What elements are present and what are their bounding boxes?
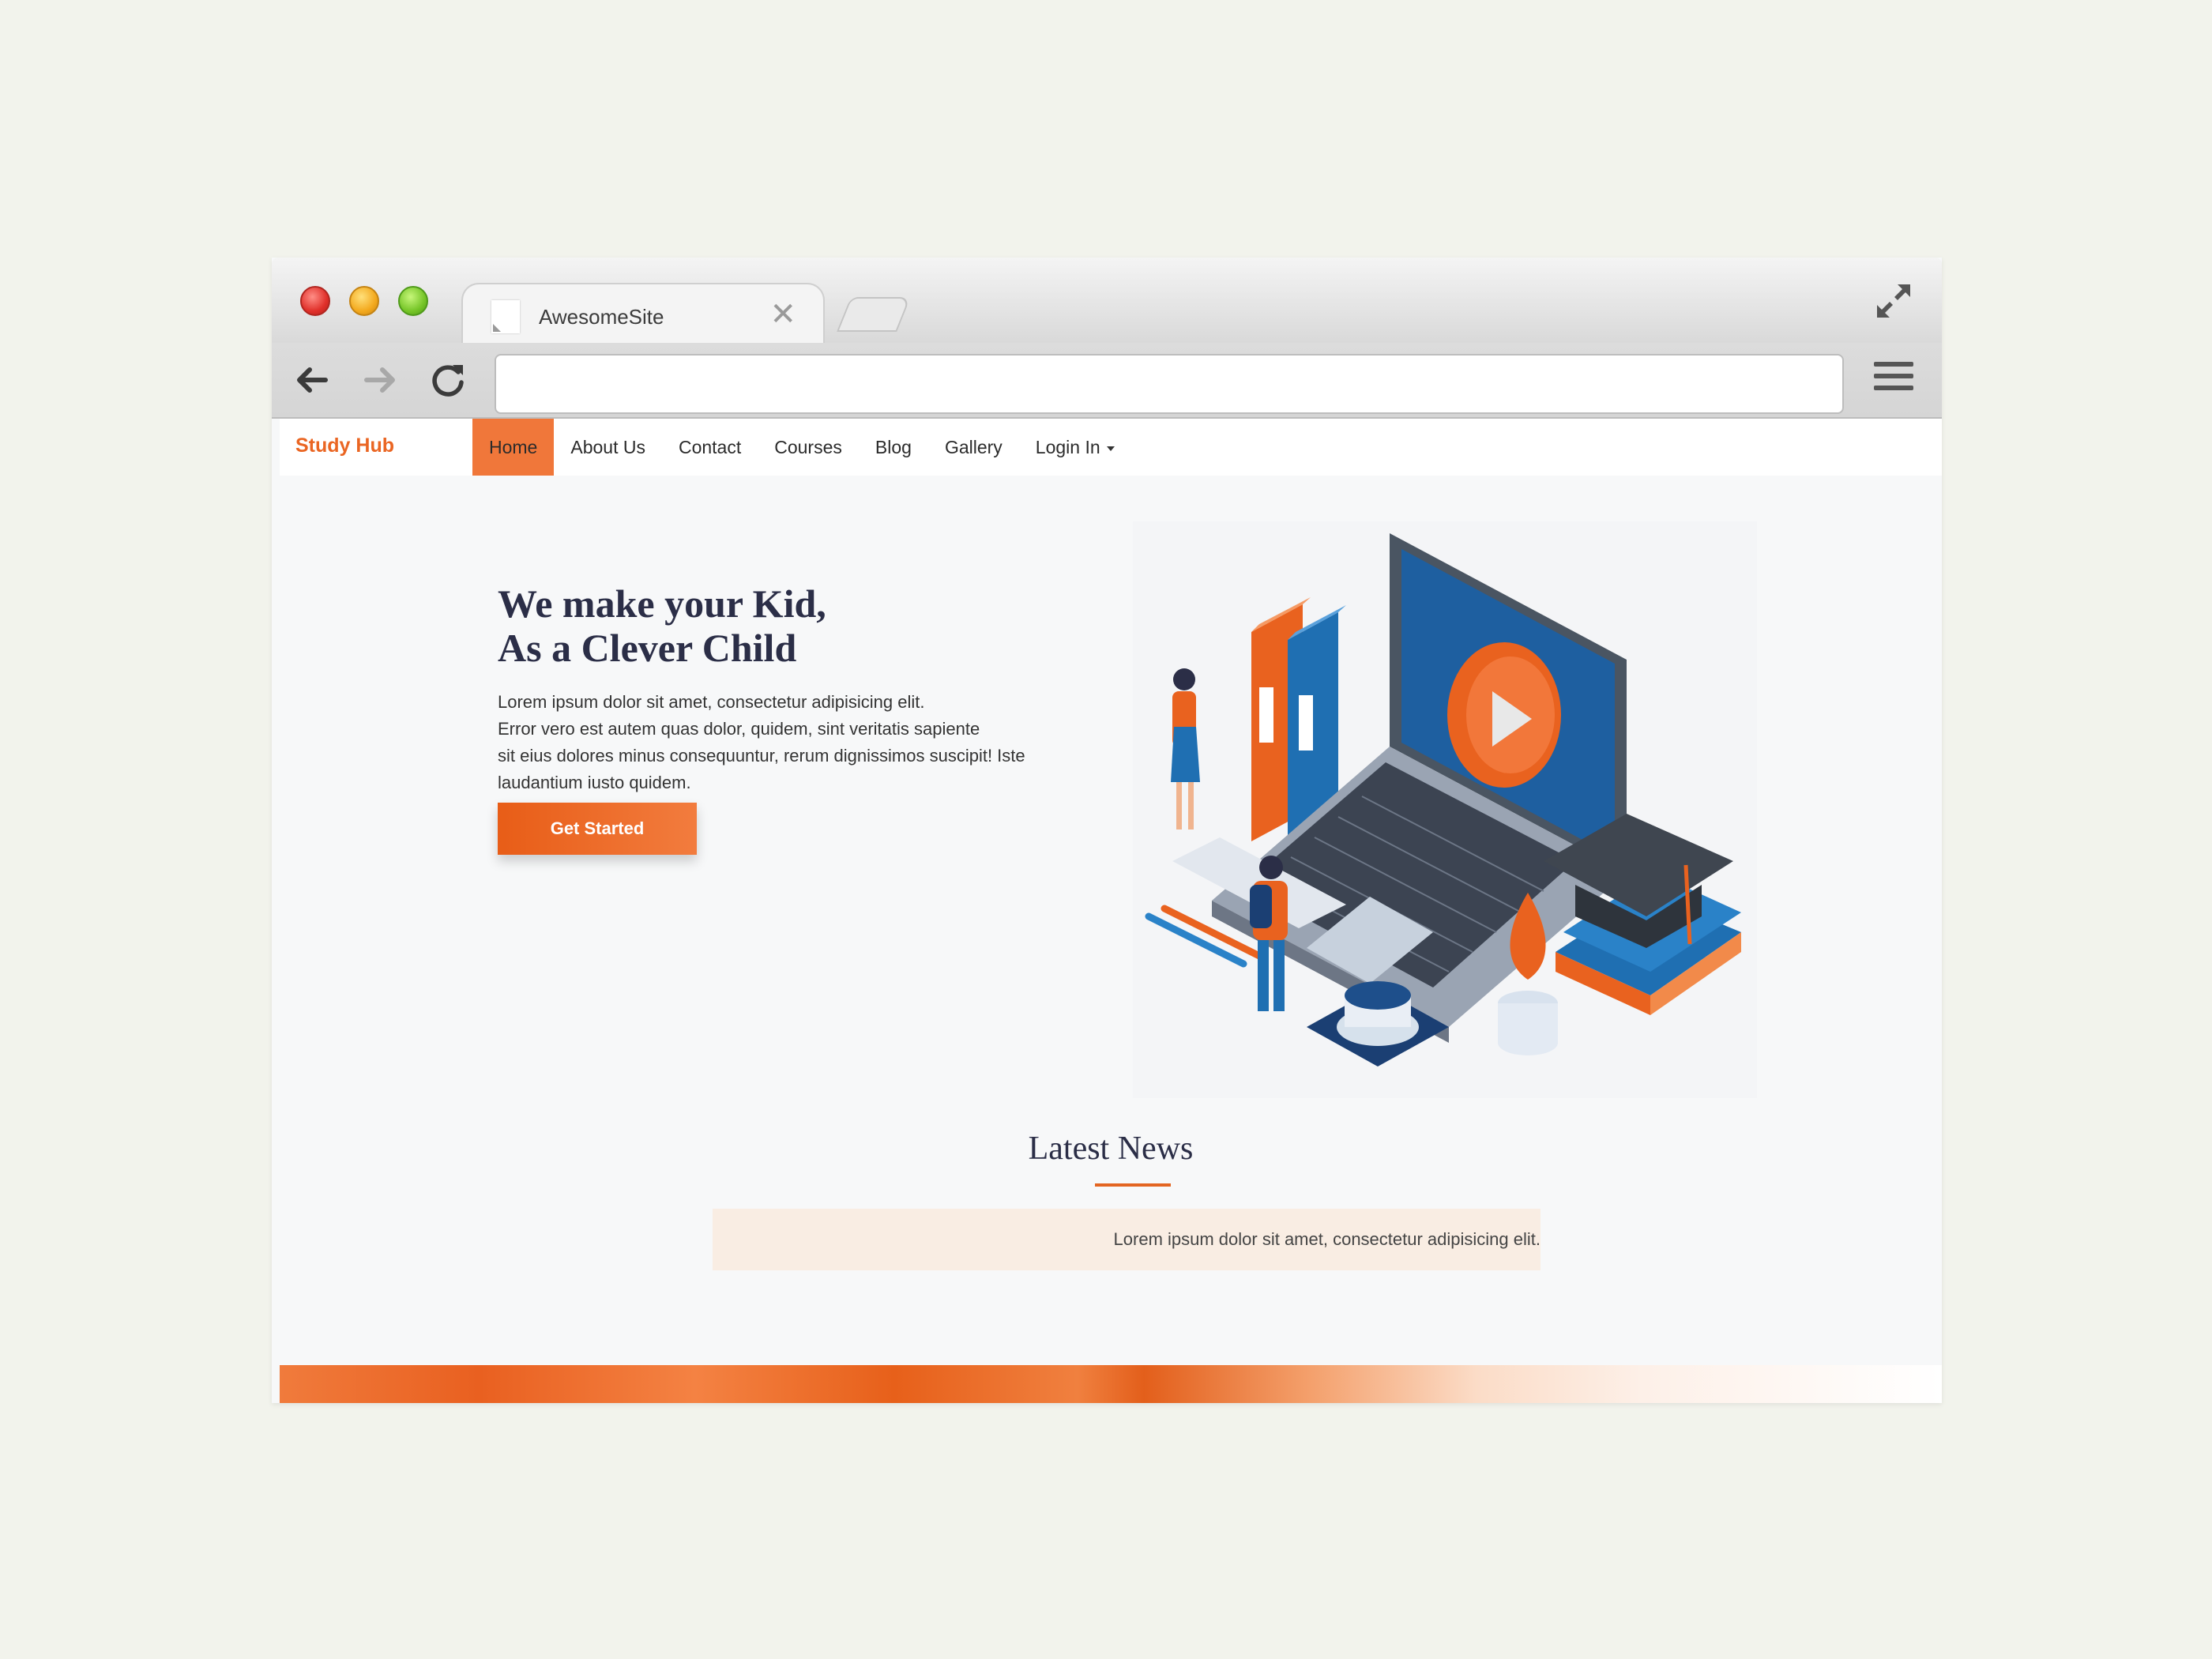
nav-contact[interactable]: Contact xyxy=(662,419,758,476)
page-icon xyxy=(491,300,520,333)
nav-home[interactable]: Home xyxy=(472,419,555,476)
nav-blog[interactable]: Blog xyxy=(859,419,928,476)
hamburger-menu-icon[interactable] xyxy=(1874,362,1913,398)
nav-login-label: Login In xyxy=(1035,437,1100,457)
maximize-window-button[interactable] xyxy=(398,286,428,316)
hero-title-line: As a Clever Child xyxy=(498,626,797,670)
site-navbar: Study Hub Home About Us Contact Courses … xyxy=(280,419,1942,476)
caret-down-icon xyxy=(1106,446,1115,451)
site-logo[interactable]: Study Hub xyxy=(295,434,394,457)
footer-gradient-bar xyxy=(280,1365,1942,1403)
news-ticker[interactable]: Lorem ipsum dolor sit amet, consectetur … xyxy=(713,1209,1540,1270)
hero-text-line: sit eius dolores minus consequuntur, rer… xyxy=(498,746,1025,766)
news-ticker-text: Lorem ipsum dolor sit amet, consectetur … xyxy=(1113,1229,1540,1249)
nav-login-dropdown[interactable]: Login In xyxy=(1019,419,1131,476)
browser-toolbar xyxy=(272,343,1942,419)
nav-gallery[interactable]: Gallery xyxy=(928,419,1019,476)
hero-title-line: We make your Kid, xyxy=(498,581,826,626)
back-arrow-icon[interactable] xyxy=(291,359,333,401)
address-bar[interactable] xyxy=(495,354,1844,414)
fullscreen-icon[interactable] xyxy=(1874,281,1913,321)
minimize-window-button[interactable] xyxy=(349,286,379,316)
browser-window: AwesomeSite ✕ Study Hub Home About Us Co… xyxy=(272,258,1942,1403)
reload-icon[interactable] xyxy=(427,359,469,401)
nav-about-us[interactable]: About Us xyxy=(554,419,662,476)
close-window-button[interactable] xyxy=(300,286,330,316)
nav-courses[interactable]: Courses xyxy=(758,419,859,476)
website-viewport: Study Hub Home About Us Contact Courses … xyxy=(280,419,1942,1403)
education-illustration xyxy=(1133,521,1757,1098)
hero-text-line: Lorem ipsum dolor sit amet, consectetur … xyxy=(498,692,925,712)
browser-titlebar: AwesomeSite ✕ xyxy=(272,258,1942,343)
main-nav: Home About Us Contact Courses Blog Galle… xyxy=(472,419,1131,476)
hero-text-line: Error vero est autem quas dolor, quidem,… xyxy=(498,719,980,739)
hero-text-line: laudantium iusto quidem. xyxy=(498,773,691,792)
browser-tab[interactable]: AwesomeSite ✕ xyxy=(461,283,825,343)
get-started-button[interactable]: Get Started xyxy=(498,803,697,855)
hero-title: We make your Kid, As a Clever Child xyxy=(498,581,826,670)
forward-arrow-icon[interactable] xyxy=(359,359,401,401)
latest-news-heading: Latest News xyxy=(1028,1130,1194,1167)
tab-title: AwesomeSite xyxy=(539,305,664,329)
hero-description: Lorem ipsum dolor sit amet, consectetur … xyxy=(498,689,1098,796)
tab-close-icon[interactable]: ✕ xyxy=(769,295,796,333)
heading-underline xyxy=(1095,1183,1171,1187)
new-tab-button[interactable] xyxy=(837,297,911,332)
